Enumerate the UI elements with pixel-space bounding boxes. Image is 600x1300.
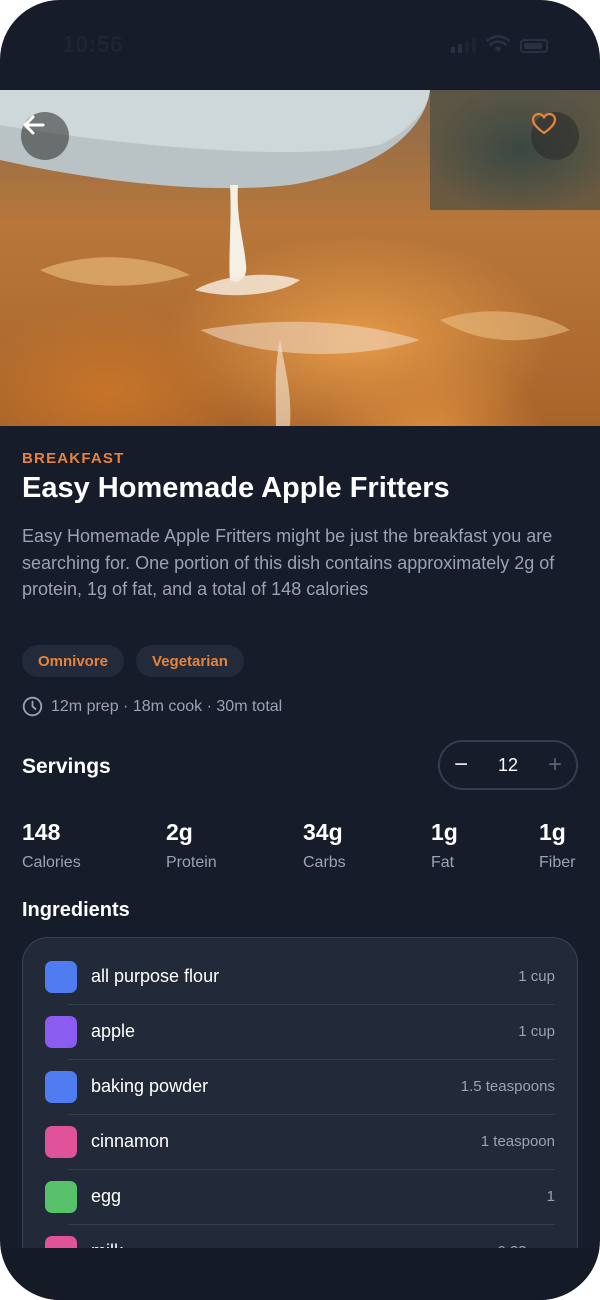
nutrition-label: Calories <box>22 854 81 871</box>
nutrition-value: 2g <box>166 819 193 845</box>
diet-tags: Omnivore Vegetarian <box>22 645 244 677</box>
ingredient-name: apple <box>91 1021 136 1041</box>
favorite-button[interactable] <box>531 112 579 160</box>
nutrition-value: 1g <box>431 819 458 845</box>
ingredient-name: egg <box>91 1186 122 1206</box>
ingredient-color-swatch <box>45 1015 77 1048</box>
ingredient-row[interactable]: egg 1 <box>45 1169 555 1224</box>
recipe-hero-image <box>0 90 600 426</box>
nutrition-value: 34g <box>303 819 343 845</box>
nutrition-fiber: 1g Fiber <box>539 819 575 872</box>
heart-icon <box>531 112 557 135</box>
ingredient-row[interactable]: apple 1 cup <box>45 1004 555 1059</box>
servings-value: 12 <box>497 754 519 775</box>
ingredient-color-swatch <box>45 1180 77 1213</box>
nutrition-label: Fat <box>431 854 455 871</box>
ingredient-name: baking powder <box>91 1076 209 1096</box>
arrow-left-icon <box>23 115 45 135</box>
nutrition-carbs: 34g Carbs <box>303 819 346 872</box>
ingredient-color-swatch <box>45 960 77 993</box>
bottom-safe-area <box>0 1248 600 1300</box>
ingredient-row[interactable]: baking powder 1.5 teaspoons <box>45 1059 555 1114</box>
timing-text: 12m prep · 18m cook · 30m total <box>51 697 283 715</box>
nutrition-value: 148 <box>22 819 61 845</box>
ingredient-quantity: 1 cup <box>518 968 555 985</box>
status-icons <box>451 35 548 53</box>
servings-stepper: − 12 + <box>438 740 578 790</box>
ingredient-color-swatch <box>45 1125 77 1158</box>
ingredient-name: all purpose flour <box>91 966 220 986</box>
status-time: 10:56 <box>62 31 124 57</box>
recipe-category: BREAKFAST <box>22 450 125 467</box>
nutrition-label: Protein <box>166 854 217 871</box>
clock-icon <box>22 696 43 717</box>
servings-label: Servings <box>22 755 111 778</box>
ingredient-quantity: 1 cup <box>518 1023 555 1040</box>
recipe-timing: 12m prep · 18m cook · 30m total <box>22 696 282 717</box>
ingredient-quantity: 1.5 teaspoons <box>460 1078 555 1095</box>
recipe-title: Easy Homemade Apple Fritters <box>22 472 450 504</box>
ingredient-quantity: 1 teaspoon <box>480 1133 555 1150</box>
cellular-signal-icon <box>451 38 476 53</box>
nutrition-label: Carbs <box>303 854 346 871</box>
recipe-description: Easy Homemade Apple Fritters might be ju… <box>22 526 555 600</box>
ingredient-row[interactable]: all purpose flour 1 cup <box>45 949 555 1004</box>
ingredient-name: cinnamon <box>91 1131 170 1151</box>
ingredients-list: all purpose flour 1 cup apple 1 cup baki… <box>22 937 578 1277</box>
ingredients-title: Ingredients <box>22 899 130 921</box>
back-button[interactable] <box>21 112 69 160</box>
nutrition-fat: 1g Fat <box>431 819 458 872</box>
status-bar: 10:56 <box>0 0 600 90</box>
nutrition-value: 1g <box>539 819 566 845</box>
decrease-servings-button[interactable]: − <box>454 753 468 777</box>
phone-screen: 10:56 BREAKFAST Easy Homemade Apple Frit… <box>0 0 600 1300</box>
tag-vegetarian[interactable]: Vegetarian <box>136 645 244 677</box>
battery-icon <box>520 39 548 53</box>
wifi-icon <box>486 35 510 52</box>
nutrition-protein: 2g Protein <box>166 819 217 872</box>
nutrition-label: Fiber <box>539 854 576 871</box>
ingredient-color-swatch <box>45 1070 77 1103</box>
increase-servings-button[interactable]: + <box>548 753 562 777</box>
nutrition-calories: 148 Calories <box>22 819 81 872</box>
tag-omnivore[interactable]: Omnivore <box>22 645 125 677</box>
ingredient-row[interactable]: cinnamon 1 teaspoon <box>45 1114 555 1169</box>
ingredient-quantity: 1 <box>546 1188 555 1205</box>
